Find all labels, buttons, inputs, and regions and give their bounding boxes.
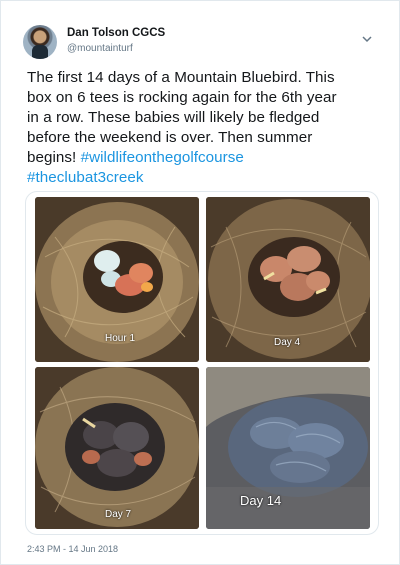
photo-caption: Day 7 <box>105 509 132 520</box>
tweet-text-line: #theclubat3creek <box>27 168 383 188</box>
photo-day-7[interactable]: Day 7 <box>35 367 199 529</box>
tweet-text-line: before the weekend is over. Then summer <box>27 129 313 146</box>
tweet-text: The first 14 days of a Mountain Bluebird… <box>27 68 383 188</box>
nest-photo <box>206 367 370 529</box>
author-handle[interactable]: @mountainturf <box>67 43 133 54</box>
photo-caption: Hour 1 <box>105 333 136 344</box>
tweet-text-line: box on 6 tees is rocking again for the 6… <box>27 89 337 106</box>
nest-photo <box>35 367 199 529</box>
photo-caption: Day 14 <box>240 493 282 508</box>
tweet-header: Dan Tolson CGCS @mountainturf <box>23 25 383 61</box>
tweet-text-line: in a row. These babies will likely be fl… <box>27 109 320 126</box>
avatar[interactable] <box>23 25 57 59</box>
chevron-down-icon[interactable] <box>359 31 375 47</box>
tweet-timestamp[interactable]: 2:43 PM - 14 Jun 2018 <box>27 544 118 554</box>
photo-hour-1[interactable]: Hour 1 <box>35 197 199 362</box>
hashtag-link[interactable]: #wildlifeonthegolfcourse <box>81 149 244 166</box>
photo-caption: Day 4 <box>274 337 301 348</box>
tweet-text-fragment: begins! <box>27 149 81 166</box>
author-name[interactable]: Dan Tolson CGCS <box>67 27 165 39</box>
hashtag-link[interactable]: #theclubat3creek <box>27 169 143 186</box>
tweet-text-line: begins! #wildlifeonthegolfcourse <box>27 148 383 168</box>
tweet-card: Dan Tolson CGCS @mountainturf The first … <box>0 0 400 565</box>
photo-day-4[interactable]: Day 4 <box>206 197 370 362</box>
tweet-text-line: The first 14 days of a Mountain Bluebird… <box>27 69 335 86</box>
photo-day-14[interactable]: Day 14 <box>206 367 370 529</box>
media-collage[interactable]: Hour 1 Day 4 Day 7 Day 14 <box>25 191 379 535</box>
